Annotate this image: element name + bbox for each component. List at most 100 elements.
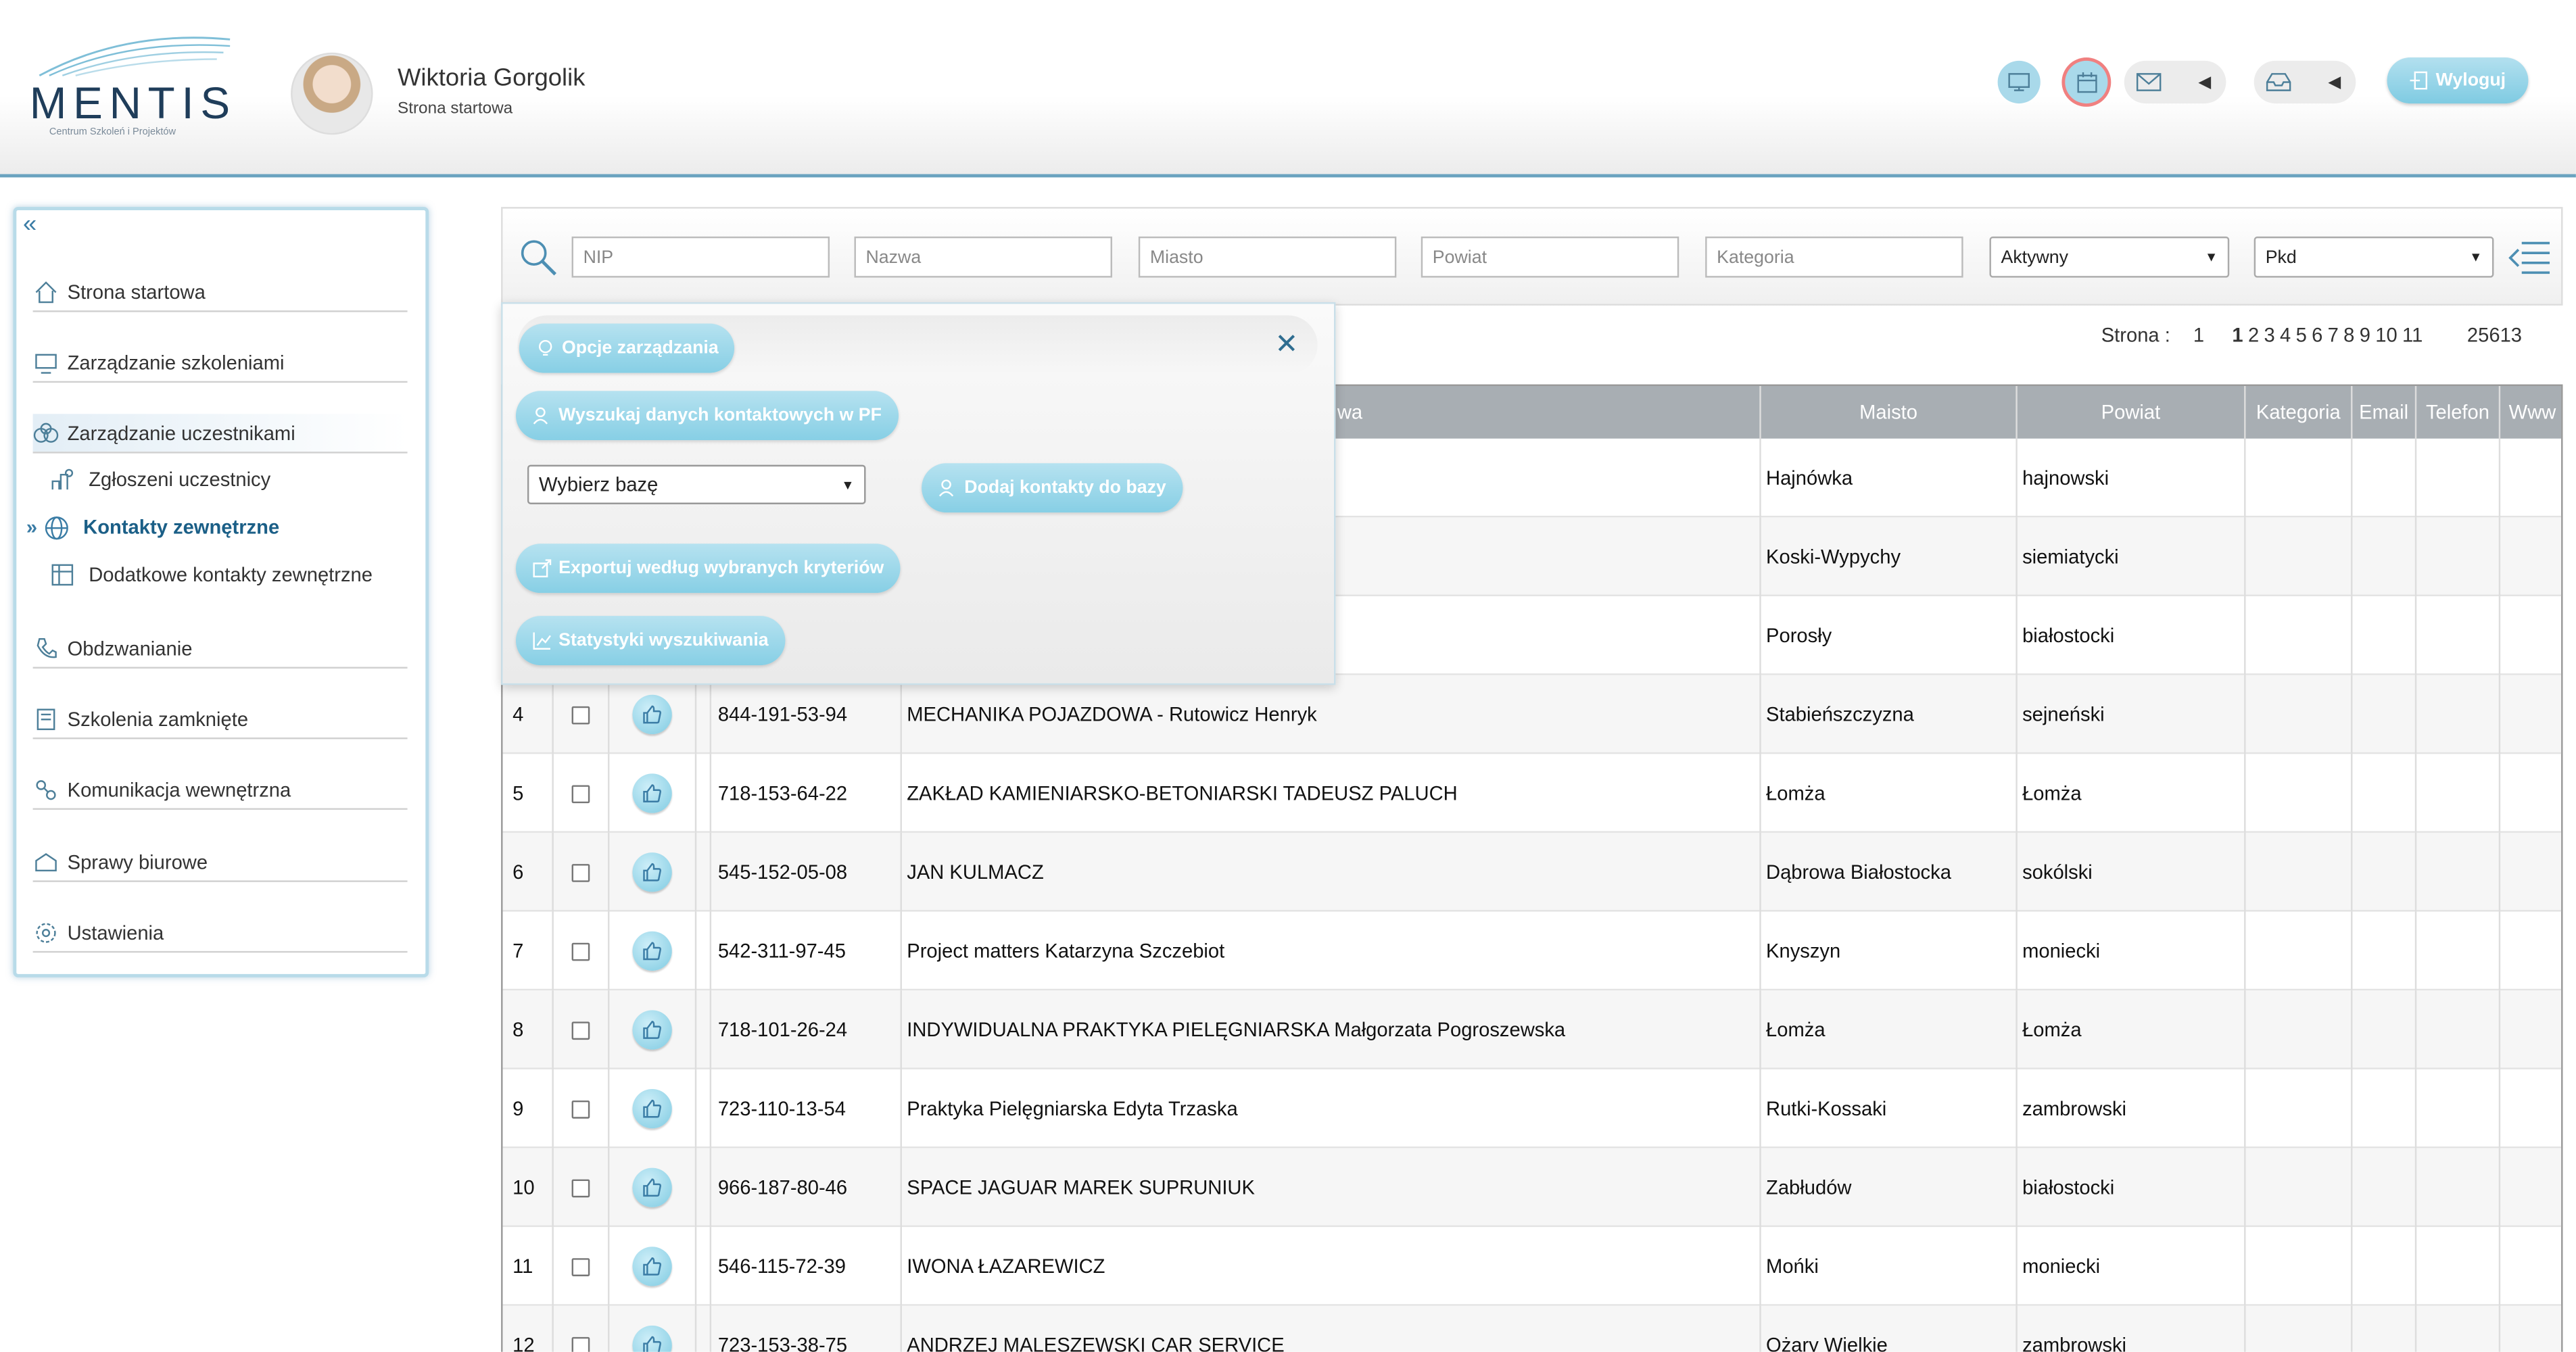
participants-icon [33, 420, 59, 446]
column-phone[interactable]: Telefon [2414, 386, 2499, 439]
status-select[interactable]: Aktywny ▼ [1989, 236, 2230, 278]
thumbs-up-icon[interactable] [632, 773, 672, 813]
lightbulb-icon [538, 339, 552, 356]
nip-input[interactable] [571, 236, 830, 278]
page-link[interactable]: 4 [2280, 324, 2291, 347]
sidebar-item-ustawienia[interactable]: Ustawienia [32, 913, 408, 953]
sidebar-subitem-dodatkowe-kontakty[interactable]: Dodatkowe kontakty zewnętrzne [49, 557, 373, 593]
table-row[interactable]: 5 718-153-64-22 ZAKŁAD KAMIENIARSKO-BETONI… [502, 754, 2562, 833]
inbox-icon[interactable] [2258, 61, 2300, 103]
calendar-icon[interactable] [2065, 60, 2108, 104]
thumbs-up-icon[interactable] [632, 931, 672, 971]
column-county[interactable]: Powiat [2016, 386, 2244, 439]
column-divider [709, 675, 712, 754]
logout-button[interactable]: Wyloguj [2387, 57, 2529, 104]
chevron-left-icon[interactable]: ◀ [2313, 61, 2356, 103]
close-icon[interactable]: ✕ [1275, 329, 1299, 362]
sidebar-subitem-kontakty-zewnetrzne[interactable]: » Kontakty zewnętrzne [26, 509, 279, 545]
search-pf-contacts-button[interactable]: Wyszukaj danych kontaktowych w PF [515, 391, 899, 441]
pagination: Strona : 1 1 2 3 4 5 6 7 8 9 10 11 25613 [2101, 322, 2522, 348]
management-options-button[interactable]: Opcje zarządzania [519, 323, 736, 373]
row-checkbox[interactable] [571, 1178, 590, 1197]
row-checkbox[interactable] [571, 1336, 590, 1352]
double-chevron-left-icon[interactable]: « [23, 210, 37, 238]
row-checkbox[interactable] [571, 942, 590, 961]
column-divider [2244, 911, 2246, 991]
page-link[interactable]: 9 [2360, 324, 2370, 347]
pagination-first[interactable]: 1 [2193, 324, 2204, 347]
page-link[interactable]: 3 [2264, 324, 2274, 347]
table-row[interactable]: 7 542-311-97-45 Project matters Katarzyna … [502, 911, 2562, 991]
page-link[interactable]: 7 [2328, 324, 2339, 347]
row-checkbox[interactable] [571, 863, 590, 882]
thumbs-up-icon[interactable] [632, 1247, 672, 1286]
column-divider [2414, 832, 2417, 912]
column-city[interactable]: Maisto [1759, 386, 2016, 439]
sidebar-subitem-zgloszeni-uczestnicy[interactable]: Zgłoszeni uczestnicy [49, 462, 270, 498]
column-category[interactable]: Kategoria [2244, 386, 2351, 439]
table-row[interactable]: 9 723-110-13-54 Praktyka Pielęgniarska Edy… [502, 1069, 2562, 1149]
county-input[interactable] [1421, 236, 1679, 278]
page-link[interactable]: 10 [2375, 324, 2397, 347]
pagination-last[interactable]: 25613 [2467, 324, 2522, 347]
table-row[interactable]: 12 723-153-38-75 ANDRZEJ MALESZEWSKI CAR S… [502, 1305, 2562, 1352]
column-divider [2498, 1069, 2501, 1149]
row-checkbox[interactable] [571, 1099, 590, 1118]
search-icon[interactable] [519, 238, 558, 277]
table-row[interactable]: 11 546-115-72-39 IWONA ŁAZAREWICZ Mońki moni… [502, 1227, 2562, 1306]
page-link[interactable]: 11 [2402, 324, 2423, 347]
row-checkbox[interactable] [571, 784, 590, 802]
page-link[interactable]: 2 [2248, 324, 2259, 347]
pagination-label: Strona : [2101, 323, 2170, 347]
thumbs-up-icon[interactable] [632, 1167, 672, 1207]
pkd-select[interactable]: Pkd ▼ [2253, 236, 2494, 278]
database-select[interactable]: Wybierz bazę ▼ [527, 464, 866, 504]
training-icon [33, 349, 59, 375]
search-stats-button[interactable]: Statystyki wyszukiwania [515, 616, 785, 666]
sidebar-item-strona-startowa[interactable]: Strona startowa [32, 272, 408, 312]
column-divider [2016, 832, 2018, 912]
sidebar-item-sprawy-biurowe[interactable]: Sprawy biurowe [32, 842, 408, 882]
page-link[interactable]: 5 [2296, 324, 2307, 347]
avatar[interactable] [291, 52, 373, 135]
column-www[interactable]: Www [2498, 386, 2561, 439]
chevron-left-icon[interactable]: ◀ [2183, 61, 2226, 103]
monitor-icon[interactable] [1997, 60, 2041, 104]
thumbs-up-icon[interactable] [632, 852, 672, 892]
city-input[interactable] [1138, 236, 1397, 278]
table-row[interactable]: 6 545-152-05-08 JAN KULMACZ Dąbrowa Białost… [502, 832, 2562, 912]
page-link[interactable]: 1 [2232, 324, 2243, 347]
row-city: Porosły [1766, 624, 1832, 648]
sidebar-item-label: Strona startowa [67, 280, 206, 304]
sidebar-item-zarzadzanie-uczestnikami[interactable]: Zarządzanie uczestnikami [32, 414, 408, 454]
column-email[interactable]: Email [2351, 386, 2415, 439]
sidebar-item-zarzadzanie-szkoleniami[interactable]: Zarządzanie szkoleniami [32, 343, 408, 383]
row-city: Knyszyn [1766, 939, 1841, 963]
page-link[interactable]: 8 [2343, 324, 2354, 347]
thumbs-up-icon[interactable] [632, 694, 672, 735]
mail-icon[interactable] [2128, 61, 2170, 103]
row-checkbox[interactable] [571, 1257, 590, 1276]
row-checkbox[interactable] [571, 1021, 590, 1039]
user-name: Wiktoria Gorgolik [398, 64, 586, 93]
sidebar-item-komunikacja-wewnetrzna[interactable]: Komunikacja wewnętrzna [32, 771, 408, 810]
add-contacts-button[interactable]: Dodaj kontakty do bazy [922, 463, 1183, 513]
category-input[interactable] [1705, 236, 1963, 278]
row-checkbox[interactable] [571, 705, 590, 724]
export-button[interactable]: Exportuj według wybranych kryteriów [515, 544, 901, 594]
table-row[interactable]: 8 718-101-26-24 INDYWIDUALNA PRAKTYKA PIEL… [502, 990, 2562, 1069]
table-row[interactable]: 10 966-187-80-46 SPACE JAGUAR MAREK SUPRUN… [502, 1148, 2562, 1228]
thumbs-up-icon[interactable] [632, 1325, 672, 1352]
management-options-popup: Opcje zarządzania ✕ Wyszukaj danych kont… [501, 302, 1336, 685]
thumbs-up-icon[interactable] [632, 1010, 672, 1050]
column-divider [2016, 990, 2018, 1069]
sidebar-item-szkolenia-zamkniete[interactable]: Szkolenia zamknięte [32, 700, 408, 740]
row-county: hajnowski [2022, 466, 2109, 490]
name-input[interactable] [854, 236, 1112, 278]
column-name[interactable]: wa [1324, 386, 1759, 439]
page-link[interactable]: 6 [2312, 324, 2322, 347]
filter-list-icon[interactable] [2508, 237, 2551, 279]
sidebar-item-obdzwanianie[interactable]: Obdzwanianie [32, 629, 408, 669]
table-row[interactable]: 4 844-191-53-94 MECHANIKA POJAZDOWA - Ruto… [502, 675, 2562, 754]
thumbs-up-icon[interactable] [632, 1088, 672, 1129]
